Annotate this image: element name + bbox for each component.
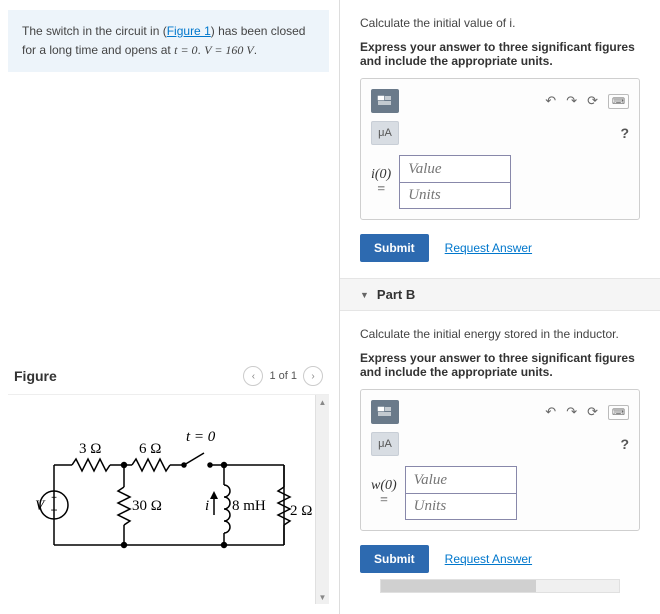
scroll-thumb[interactable] — [316, 409, 329, 590]
redo-icon[interactable]: ↷ — [566, 93, 577, 109]
part-b-header[interactable]: ▼ Part B — [340, 278, 660, 311]
reset-icon-b[interactable]: ⟳ — [587, 404, 598, 420]
pager-prev-button[interactable]: ‹ — [243, 366, 263, 386]
label-3ohm: 3 Ω — [79, 441, 101, 457]
figure-link[interactable]: Figure 1 — [167, 24, 211, 38]
templates-button[interactable] — [371, 89, 399, 113]
part-b-request-answer-link[interactable]: Request Answer — [445, 552, 532, 566]
right-column: Calculate the initial value of i. Expres… — [340, 0, 660, 614]
part-b-block: Calculate the initial energy stored in t… — [340, 311, 660, 609]
circuit-diagram: + − V 3 Ω 6 Ω t = 0 30 Ω i 8 mH — [24, 415, 314, 585]
label-i: i — [205, 498, 209, 514]
templates-button-b[interactable] — [371, 400, 399, 424]
part-a-answer-box: ↶ ↷ ⟳ ⌨ μA ? i(0)= — [360, 78, 640, 220]
part-a-submit-button[interactable]: Submit — [360, 234, 429, 262]
label-6ohm: 6 Ω — [139, 441, 161, 457]
undo-icon[interactable]: ↶ — [545, 93, 556, 109]
label-2ohm: 2 Ω — [290, 503, 312, 519]
label-8mh: 8 mH — [232, 498, 266, 514]
label-v: V — [35, 498, 46, 514]
help-button[interactable]: ? — [620, 125, 629, 141]
help-button-b[interactable]: ? — [620, 436, 629, 452]
figure-scrollbar[interactable]: ▲ ▼ — [315, 395, 329, 604]
keyboard-icon-b[interactable]: ⌨ — [608, 405, 629, 420]
part-a-units-input[interactable] — [400, 182, 510, 208]
scroll-down-icon[interactable]: ▼ — [316, 590, 329, 604]
svg-text:−: − — [50, 503, 57, 517]
unit-mu-a-button[interactable]: μA — [371, 121, 399, 145]
part-a-prompt: Calculate the initial value of i. — [360, 16, 640, 30]
part-b-var-label: w(0)= — [371, 478, 397, 509]
figure-title: Figure — [14, 368, 57, 384]
left-column: The switch in the circuit in (Figure 1) … — [0, 0, 340, 614]
label-t0: t = 0 — [186, 429, 216, 445]
eq-v: V = 160 V — [204, 43, 254, 57]
undo-icon-b[interactable]: ↶ — [545, 404, 556, 420]
scroll-up-icon[interactable]: ▲ — [316, 395, 329, 409]
part-b-units-input[interactable] — [406, 493, 516, 519]
pager-next-button[interactable]: › — [303, 366, 323, 386]
keyboard-icon[interactable]: ⌨ — [608, 94, 629, 109]
problem-pre: The switch in the circuit in ( — [22, 24, 167, 38]
part-b-answer-box: ↶ ↷ ⟳ ⌨ μA ? w(0)= — [360, 389, 640, 531]
unit-mu-a-button-b[interactable]: μA — [371, 432, 399, 456]
part-b-value-input[interactable] — [406, 467, 516, 493]
redo-icon-b[interactable]: ↷ — [566, 404, 577, 420]
part-a-request-answer-link[interactable]: Request Answer — [445, 241, 532, 255]
part-b-submit-button[interactable]: Submit — [360, 545, 429, 573]
part-b-title: Part B — [377, 287, 415, 302]
problem-end: . — [254, 43, 257, 57]
problem-statement: The switch in the circuit in (Figure 1) … — [8, 10, 329, 72]
caret-down-icon: ▼ — [360, 290, 369, 300]
part-a-value-input[interactable] — [400, 156, 510, 182]
hscroll-thumb[interactable] — [381, 580, 536, 592]
horizontal-scrollbar[interactable] — [380, 579, 620, 593]
eq-t0: t = 0 — [174, 43, 197, 57]
figure-pager: ‹ 1 of 1 › — [243, 366, 323, 386]
part-a-var-label: i(0)= — [371, 167, 391, 198]
pager-label: 1 of 1 — [269, 370, 297, 382]
figure-viewport: + − V 3 Ω 6 Ω t = 0 30 Ω i 8 mH — [8, 394, 329, 604]
part-b-instructions: Express your answer to three significant… — [360, 351, 640, 379]
part-a-instructions: Express your answer to three significant… — [360, 40, 640, 68]
part-a-block: Calculate the initial value of i. Expres… — [340, 0, 660, 278]
part-b-prompt: Calculate the initial energy stored in t… — [360, 327, 640, 341]
figure-section: Figure ‹ 1 of 1 › — [8, 342, 329, 604]
label-30ohm: 30 Ω — [132, 498, 162, 514]
reset-icon[interactable]: ⟳ — [587, 93, 598, 109]
